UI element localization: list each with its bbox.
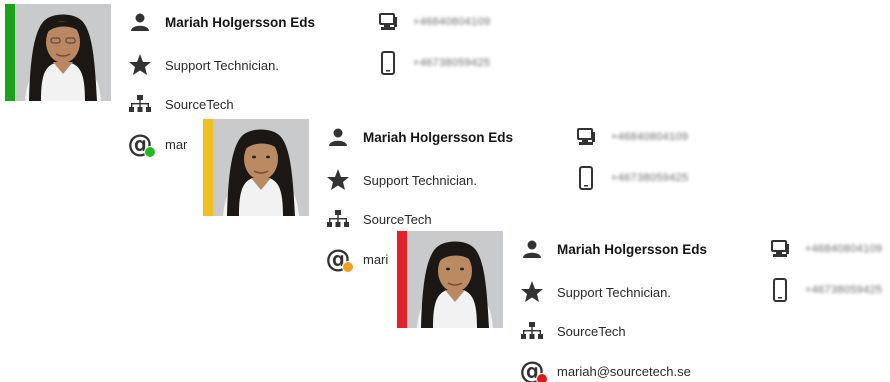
contact-email[interactable]: mari bbox=[363, 252, 389, 267]
org-chart-icon bbox=[519, 319, 545, 343]
portrait-image bbox=[15, 4, 111, 101]
contact-organization: SourceTech bbox=[557, 323, 626, 339]
person-icon bbox=[127, 10, 153, 34]
contact-title-row: Support Technician. bbox=[519, 280, 671, 304]
portrait-image bbox=[213, 119, 309, 216]
desk-phone-number[interactable]: +46840804109 bbox=[611, 131, 688, 143]
presence-indicator-available bbox=[144, 146, 156, 158]
star-icon bbox=[519, 280, 545, 304]
contact-organization-row: SourceTech bbox=[519, 319, 626, 343]
at-icon: @ bbox=[325, 246, 354, 273]
desk-phone-icon bbox=[573, 125, 599, 149]
contact-name: Mariah Holgersson Eds bbox=[557, 241, 708, 257]
contact-name: Mariah Holgersson Eds bbox=[165, 14, 316, 30]
mobile-phone-number[interactable]: +46738059425 bbox=[413, 57, 490, 69]
desk-phone-number[interactable]: +46840804109 bbox=[413, 16, 490, 28]
contact-name-row: Mariah Holgersson Eds bbox=[325, 125, 545, 149]
contact-organization-row: SourceTech bbox=[325, 207, 432, 231]
at-icon: @ bbox=[519, 358, 548, 382]
contact-card-stack: Mariah Holgersson Eds Support Technician… bbox=[0, 0, 890, 382]
mobile-phone-icon bbox=[767, 278, 793, 302]
contact-email-row[interactable]: @ mar bbox=[127, 131, 191, 158]
mobile-phone-icon bbox=[375, 51, 401, 75]
contact-title-row: Support Technician. bbox=[127, 53, 279, 77]
mobile-phone-row[interactable]: +46738059425 bbox=[573, 166, 688, 190]
mobile-phone-number[interactable]: +46738059425 bbox=[805, 284, 882, 296]
contact-card-busy[interactable]: Mariah Holgersson Eds Support Technician… bbox=[397, 231, 890, 382]
contact-organization: SourceTech bbox=[363, 211, 432, 227]
person-icon bbox=[519, 237, 545, 261]
contact-organization-row: SourceTech bbox=[127, 92, 234, 116]
contact-photo bbox=[15, 4, 111, 101]
mobile-phone-number[interactable]: +46738059425 bbox=[611, 172, 688, 184]
desk-phone-row[interactable]: +46840804109 bbox=[573, 125, 688, 149]
status-bar-available bbox=[5, 4, 15, 101]
star-icon bbox=[127, 53, 153, 77]
mobile-phone-row[interactable]: +46738059425 bbox=[767, 278, 882, 302]
contact-organization: SourceTech bbox=[165, 96, 234, 112]
contact-photo bbox=[213, 119, 309, 216]
contact-title-row: Support Technician. bbox=[325, 168, 477, 192]
mobile-phone-icon bbox=[573, 166, 599, 190]
at-icon: @ bbox=[127, 131, 156, 158]
presence-indicator-away bbox=[342, 261, 354, 273]
desk-phone-icon bbox=[767, 237, 793, 261]
org-chart-icon bbox=[127, 92, 153, 116]
desk-phone-row[interactable]: +46840804109 bbox=[375, 10, 490, 34]
star-icon bbox=[325, 168, 351, 192]
status-bar-away bbox=[203, 119, 213, 216]
contact-name-row: Mariah Holgersson Eds bbox=[127, 10, 347, 34]
org-chart-icon bbox=[325, 207, 351, 231]
contact-photo bbox=[407, 231, 503, 328]
contact-email[interactable]: mar bbox=[165, 137, 191, 152]
contact-email-row[interactable]: @ mari bbox=[325, 246, 389, 273]
status-bar-busy bbox=[397, 231, 407, 328]
contact-title: Support Technician. bbox=[557, 284, 671, 300]
contact-email[interactable]: mariah@sourcetech.se bbox=[557, 364, 691, 379]
desk-phone-number[interactable]: +46840804109 bbox=[805, 243, 882, 255]
portrait-image bbox=[407, 231, 503, 328]
contact-title: Support Technician. bbox=[165, 57, 279, 73]
contact-name: Mariah Holgersson Eds bbox=[363, 129, 514, 145]
desk-phone-row[interactable]: +46840804109 bbox=[767, 237, 882, 261]
presence-indicator-busy bbox=[536, 373, 548, 382]
contact-name-row: Mariah Holgersson Eds bbox=[519, 237, 739, 261]
mobile-phone-row[interactable]: +46738059425 bbox=[375, 51, 490, 75]
contact-title: Support Technician. bbox=[363, 172, 477, 188]
contact-email-row[interactable]: @ mariah@sourcetech.se bbox=[519, 358, 691, 382]
desk-phone-icon bbox=[375, 10, 401, 34]
person-icon bbox=[325, 125, 351, 149]
